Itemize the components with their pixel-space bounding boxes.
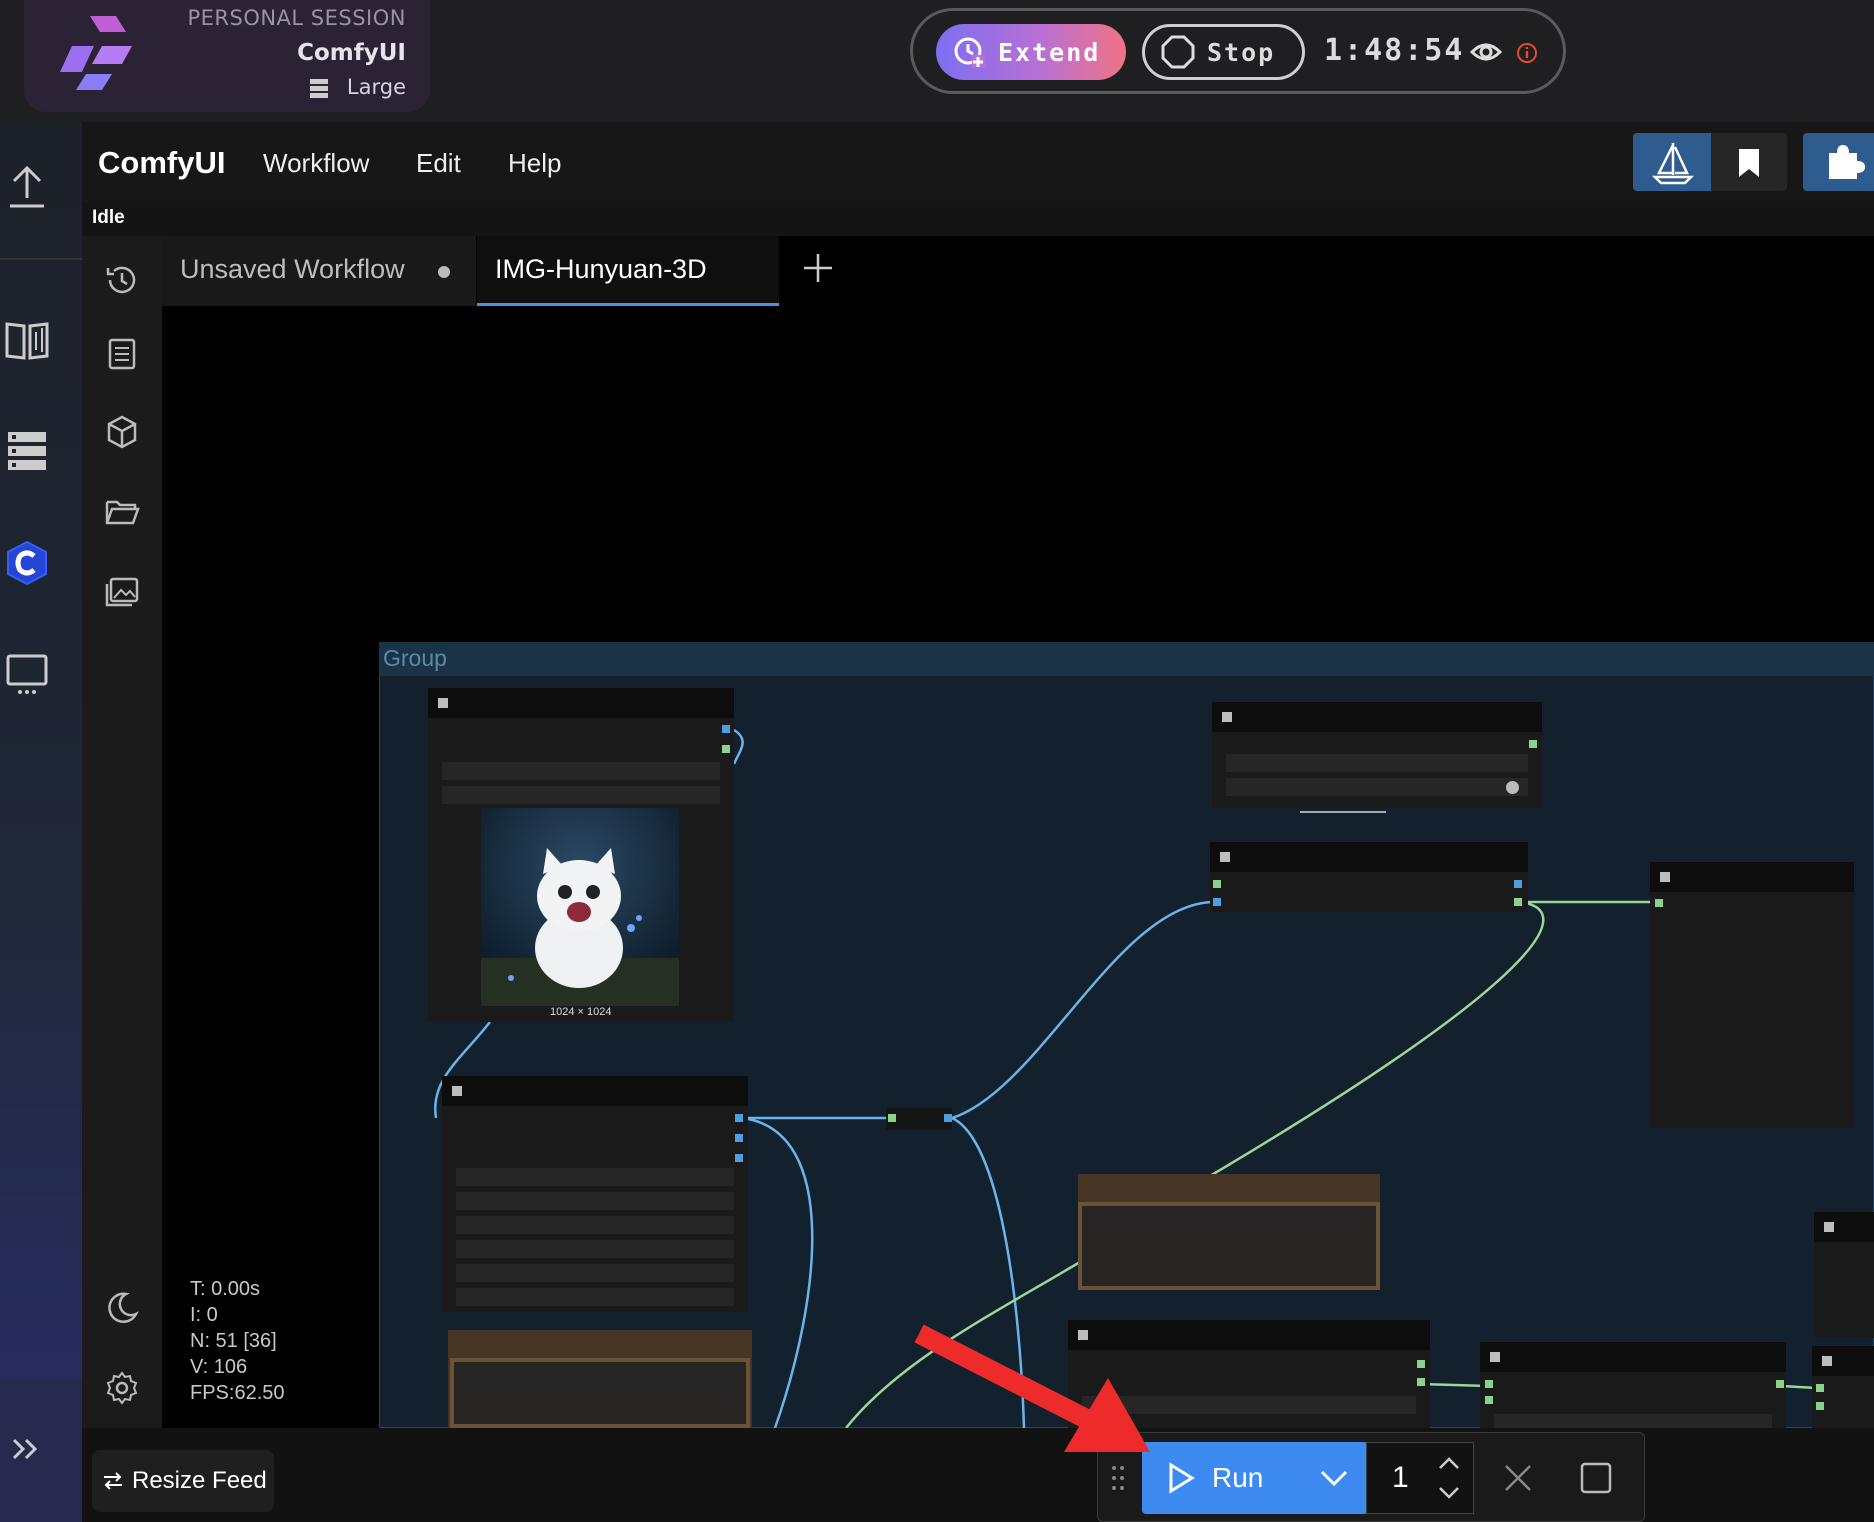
annotation-arrow-icon xyxy=(0,0,1874,1522)
